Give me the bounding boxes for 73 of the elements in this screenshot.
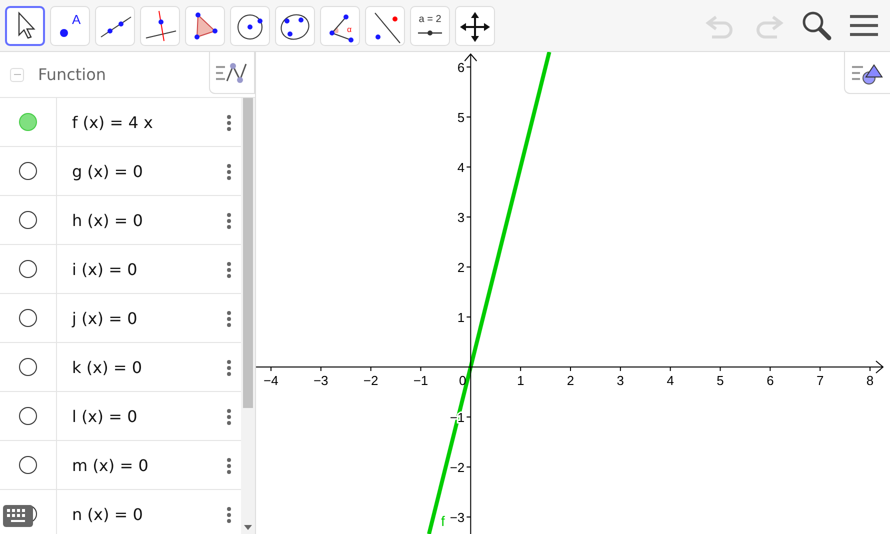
point-tool-button[interactable]: A: [50, 6, 90, 46]
visibility-toggle[interactable]: [19, 407, 37, 425]
y-tick-label: 5: [457, 110, 465, 125]
visibility-toggle[interactable]: [19, 309, 37, 327]
scrollbar-thumb[interactable]: [243, 98, 253, 408]
visibility-toggle[interactable]: [19, 162, 37, 180]
scrollbar[interactable]: [241, 98, 255, 534]
point-label: A: [72, 12, 81, 26]
more-icon: [226, 408, 232, 426]
y-tick-label: 2: [457, 260, 465, 275]
group-header: Function: [38, 65, 106, 84]
x-tick-label: 0: [459, 373, 466, 388]
x-tick-label: −1: [413, 373, 428, 388]
point-dot-icon: [60, 28, 68, 36]
x-tick-label: 1: [516, 373, 524, 388]
more-icon: [226, 114, 232, 132]
keyboard-button[interactable]: [3, 505, 33, 530]
function-definition[interactable]: k (x) = 0: [57, 343, 217, 391]
visibility-toggle[interactable]: [19, 211, 37, 229]
line-tool-button[interactable]: [95, 6, 135, 46]
x-tick-label: 5: [716, 373, 724, 388]
visibility-toggle[interactable]: [19, 358, 37, 376]
keyboard-icon: [3, 505, 33, 527]
more-icon: [226, 310, 232, 328]
visibility-toggle[interactable]: [19, 260, 37, 278]
more-icon: [226, 260, 232, 278]
angle-label: α: [347, 24, 352, 34]
scroll-down-icon[interactable]: [244, 525, 252, 530]
slider-drawing: [418, 30, 442, 35]
function-definition[interactable]: n (x) = 0: [57, 490, 217, 534]
function-definition[interactable]: l (x) = 0: [57, 392, 217, 440]
y-tick-label: 1: [457, 310, 465, 325]
x-tick-label: −2: [363, 373, 378, 388]
graphics-style-button[interactable]: [844, 52, 890, 94]
visibility-toggle[interactable]: [19, 456, 37, 474]
conic-tool-button[interactable]: [275, 6, 315, 46]
function-graph-label: f: [440, 513, 445, 529]
angle-drawing: [330, 14, 354, 42]
pan-tool-button[interactable]: [455, 6, 495, 46]
x-tick-label: 2: [566, 373, 574, 388]
y-tick-label: −3: [450, 510, 465, 525]
x-tick-label: 3: [616, 373, 624, 388]
y-tick-label: 4: [457, 160, 465, 175]
more-icon: [226, 212, 232, 230]
visibility-toggle[interactable]: [19, 113, 37, 131]
more-icon: [226, 506, 232, 524]
x-tick-label: 8: [866, 373, 874, 388]
more-icon: [226, 162, 232, 180]
function-definition[interactable]: j (x) = 0: [57, 294, 217, 342]
function-definition[interactable]: f (x) = 4 x: [57, 98, 217, 146]
algebra-style-button[interactable]: [209, 52, 255, 94]
x-tick-label: −3: [313, 373, 328, 388]
function-definition[interactable]: i (x) = 0: [57, 245, 217, 293]
y-tick-label: 3: [457, 210, 465, 225]
y-tick-label: 6: [457, 60, 465, 75]
y-tick-label: −2: [450, 460, 465, 475]
x-tick-label: 6: [766, 373, 774, 388]
x-tick-label: −4: [264, 373, 278, 388]
more-icon: [226, 358, 232, 376]
angle-tool-button[interactable]: α: [320, 6, 360, 46]
function-definition[interactable]: h (x) = 0: [57, 196, 217, 244]
move-tool-button[interactable]: [5, 6, 45, 46]
perpendicular-tool-button[interactable]: [140, 6, 180, 46]
reflect-tool-button[interactable]: [365, 6, 405, 46]
polygon-tool-button[interactable]: [185, 6, 225, 46]
x-tick-label: 4: [666, 373, 674, 388]
function-definition[interactable]: m (x) = 0: [57, 441, 217, 489]
function-definition[interactable]: g (x) = 0: [57, 147, 217, 195]
circle-tool-button[interactable]: [230, 6, 270, 46]
x-tick-label: 7: [816, 373, 824, 388]
more-icon: [226, 456, 232, 474]
slider-label: a = 2: [418, 14, 442, 24]
slider-tool-button[interactable]: a = 2: [410, 6, 450, 46]
